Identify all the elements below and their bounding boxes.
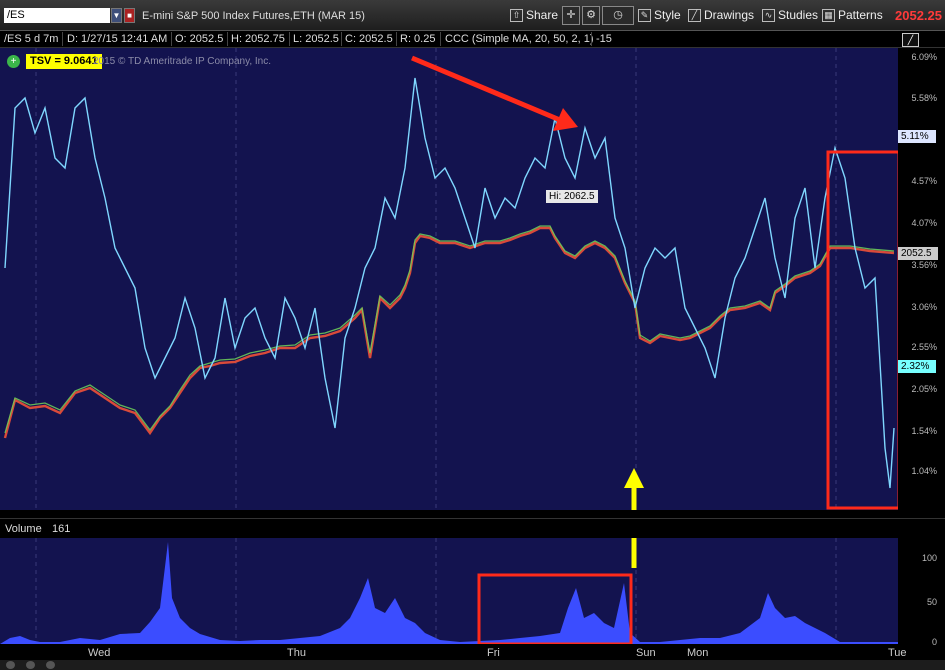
- axis-tick: 5.58%: [911, 93, 937, 103]
- date-label: Sun: [636, 647, 656, 659]
- volume-pane[interactable]: [0, 538, 898, 644]
- style-button[interactable]: ✎ Style: [636, 7, 684, 24]
- divider: [591, 32, 592, 46]
- patterns-label: Patterns: [838, 8, 883, 22]
- date-label: Wed: [88, 647, 111, 659]
- date-axis[interactable]: Wed Thu Fri Sun Mon Tue: [0, 645, 945, 660]
- price-chart-svg: [3, 48, 898, 510]
- axis-tick: 100: [921, 553, 937, 563]
- drawings-icon: ╱: [688, 9, 701, 22]
- trendline-tool-icon[interactable]: ╱: [902, 33, 919, 47]
- style-label: Style: [654, 8, 681, 22]
- studies-label: Studies: [778, 8, 819, 22]
- volume-axis[interactable]: 100 50 0: [898, 538, 945, 647]
- ccc-value-tag-2: 2.32%: [898, 360, 936, 373]
- tsv-label[interactable]: TSV = 9.0641: [26, 54, 102, 69]
- symbol-link-icon[interactable]: ■: [124, 8, 135, 23]
- volume-chart-svg: [0, 538, 898, 644]
- date-label: Tue: [888, 647, 907, 659]
- axis-tick: 4.07%: [911, 218, 937, 228]
- session-gridlines: [35, 48, 837, 510]
- bar-high: H: 2052.75: [231, 33, 285, 45]
- axis-tick: 2.55%: [911, 342, 937, 352]
- symbol-dropdown-icon[interactable]: ▼: [111, 8, 122, 23]
- bar-open: O: 2052.5: [175, 33, 224, 45]
- divider: [289, 32, 290, 46]
- volume-value: 161: [52, 523, 71, 535]
- divider: [341, 32, 342, 46]
- divider: [440, 32, 441, 46]
- chart-id[interactable]: /ES 5 d 7m: [4, 33, 58, 45]
- price-candles-line: [3, 226, 895, 439]
- bar-low: L: 2052.5: [293, 33, 339, 45]
- axis-tick: 3.06%: [911, 302, 937, 312]
- study-value: -15: [596, 33, 612, 45]
- bar-date: D: 1/27/15 12:41 AM: [67, 33, 168, 45]
- axis-tick: 1.54%: [911, 426, 937, 436]
- date-label: Fri: [487, 647, 500, 659]
- axis-tick: 4.57%: [911, 176, 937, 186]
- yellow-arrow-head: [624, 468, 644, 488]
- ccc-oscillator-line: [4, 77, 895, 489]
- chart-toolbar: /ES ▼ ■ E-mini S&P 500 Index Futures,ETH…: [0, 0, 945, 31]
- pan-icon[interactable]: [46, 661, 55, 669]
- price-candles-green: [4, 225, 895, 434]
- ccc-value-tag: 5.11%: [898, 130, 936, 143]
- divider: [396, 32, 397, 46]
- copyright-text: 2015 © TD Ameritrade IP Company, Inc.: [93, 56, 272, 67]
- current-price-tag: 2052.5: [898, 247, 938, 260]
- chart-info-bar: /ES 5 d 7m D: 1/27/15 12:41 AM O: 2052.5…: [0, 31, 945, 48]
- bottom-control-strip: [0, 660, 945, 670]
- clock-icon[interactable]: ◷: [602, 6, 634, 25]
- price-axis[interactable]: 6.09% 5.58% 4.57% 4.07% 3.56% 3.06% 2.55…: [898, 48, 945, 510]
- share-button[interactable]: ⇧ Share: [508, 7, 561, 24]
- drawings-label: Drawings: [704, 8, 755, 22]
- price-pane[interactable]: [0, 48, 898, 510]
- axis-tick: 3.56%: [911, 260, 937, 270]
- symbol-input[interactable]: /ES: [4, 8, 110, 23]
- wrench-icon[interactable]: ⚙: [582, 6, 600, 25]
- style-icon: ✎: [638, 9, 651, 22]
- share-label: Share: [526, 8, 559, 22]
- share-icon: ⇧: [510, 9, 523, 22]
- studies-button[interactable]: ∿ Studies: [760, 7, 821, 24]
- divider: [62, 32, 63, 46]
- axis-tick: 6.09%: [911, 52, 937, 62]
- axis-tick: 2.05%: [911, 384, 937, 394]
- crosshair-icon[interactable]: ✛: [562, 6, 580, 25]
- study-toggle-icon[interactable]: +: [7, 55, 20, 68]
- bar-close: C: 2052.5: [345, 33, 393, 45]
- instrument-description: E-mini S&P 500 Index Futures,ETH (MAR 15…: [142, 10, 365, 22]
- study-name[interactable]: CCC (Simple MA, 20, 50, 2, 1): [445, 33, 594, 45]
- red-arrow-shaft: [411, 55, 561, 123]
- patterns-button[interactable]: ▦ Patterns: [820, 7, 886, 24]
- date-label: Thu: [287, 647, 306, 659]
- axis-tick: 1.04%: [911, 466, 937, 476]
- volume-label-bar: Volume 161: [0, 518, 945, 538]
- volume-area: [0, 542, 898, 644]
- divider: [171, 32, 172, 46]
- divider: [227, 32, 228, 46]
- bar-range: R: 0.25: [400, 33, 436, 45]
- axis-tick: 50: [926, 597, 937, 607]
- zoom-in-icon[interactable]: [26, 661, 35, 669]
- red-highlight-box: [826, 150, 898, 510]
- volume-label[interactable]: Volume: [5, 523, 42, 535]
- studies-icon: ∿: [762, 9, 775, 22]
- high-label: Hi: 2062.5: [546, 190, 598, 203]
- zoom-out-icon[interactable]: [6, 661, 15, 669]
- date-label: Mon: [687, 647, 709, 659]
- patterns-icon: ▦: [822, 9, 835, 22]
- last-price: 2052.25: [895, 8, 942, 23]
- volume-bars: [0, 542, 898, 644]
- drawings-button[interactable]: ╱ Drawings: [686, 7, 757, 24]
